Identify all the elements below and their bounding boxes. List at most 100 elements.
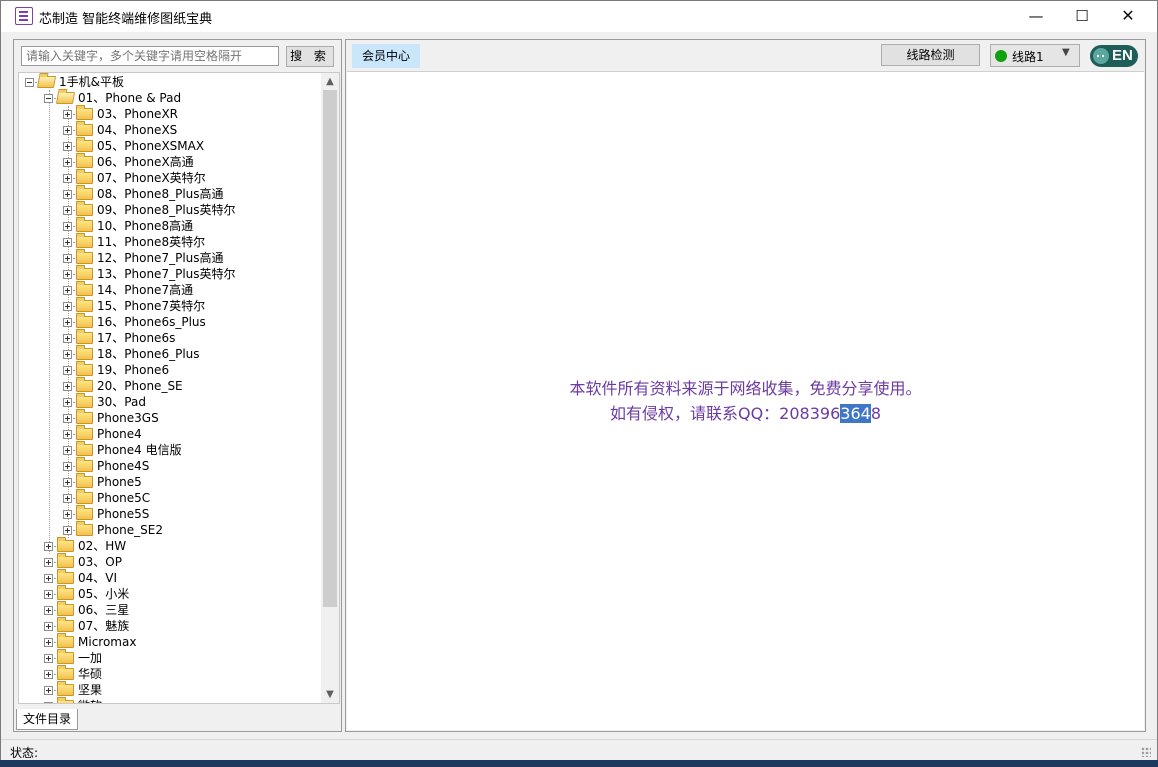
tree-item[interactable]: 04、VI bbox=[19, 569, 319, 586]
route-select[interactable]: 线路1 ▼ bbox=[990, 44, 1080, 67]
tree-item[interactable]: 华硕 bbox=[19, 665, 319, 682]
tree-item[interactable]: 17、Phone6s bbox=[19, 329, 319, 346]
search-input[interactable] bbox=[21, 46, 279, 66]
expand-icon[interactable] bbox=[63, 430, 72, 439]
tree-item[interactable]: Phone4S bbox=[19, 457, 319, 474]
expand-icon[interactable] bbox=[44, 558, 53, 567]
tab-file-directory[interactable]: 文件目录 bbox=[16, 709, 78, 730]
maximize-button[interactable]: ☐ bbox=[1059, 1, 1105, 32]
language-toggle-button[interactable]: EN bbox=[1090, 45, 1138, 67]
expand-icon[interactable] bbox=[63, 302, 72, 311]
tree-item[interactable]: 04、PhoneXS bbox=[19, 121, 319, 138]
tree-item[interactable]: 05、小米 bbox=[19, 585, 319, 602]
expand-icon[interactable] bbox=[44, 606, 53, 615]
expand-icon[interactable] bbox=[44, 542, 53, 551]
tree-item[interactable]: 03、PhoneXR bbox=[19, 105, 319, 122]
expand-icon[interactable] bbox=[44, 686, 53, 695]
tree-item[interactable]: 13、Phone7_Plus英特尔 bbox=[19, 265, 319, 282]
tree-item[interactable]: 09、Phone8_Plus英特尔 bbox=[19, 201, 319, 218]
expand-icon[interactable] bbox=[44, 670, 53, 679]
expand-icon[interactable] bbox=[44, 702, 53, 703]
tree-item[interactable]: 14、Phone7高通 bbox=[19, 281, 319, 298]
expand-icon[interactable] bbox=[44, 574, 53, 583]
scroll-thumb[interactable] bbox=[323, 90, 337, 607]
tree-item[interactable]: 18、Phone6_Plus bbox=[19, 345, 319, 362]
expand-icon[interactable] bbox=[63, 462, 72, 471]
tree-item[interactable]: 一加 bbox=[19, 649, 319, 666]
expand-icon[interactable] bbox=[63, 110, 72, 119]
title-bar[interactable]: 芯制造 智能终端维修图纸宝典 — ☐ ✕ bbox=[1, 1, 1157, 32]
expand-icon[interactable] bbox=[63, 414, 72, 423]
tab-member-center[interactable]: 会员中心 bbox=[352, 44, 420, 68]
file-tree[interactable]: 微软坚果 华硕 一加 Micromax 07、魅族 06、三星 05、小米 04、VI 03、O… bbox=[18, 72, 340, 704]
expand-icon[interactable] bbox=[63, 478, 72, 487]
expand-icon[interactable] bbox=[44, 590, 53, 599]
expand-icon[interactable] bbox=[63, 174, 72, 183]
expand-icon[interactable] bbox=[63, 126, 72, 135]
tree-item[interactable]: Phone4 bbox=[19, 425, 319, 442]
tree-item[interactable]: Phone_SE2 bbox=[19, 521, 319, 538]
tree-item[interactable]: 12、Phone7_Plus高通 bbox=[19, 249, 319, 266]
expand-icon[interactable] bbox=[63, 206, 72, 215]
line-check-button[interactable]: 线路检测 bbox=[881, 44, 980, 66]
expand-icon[interactable] bbox=[63, 158, 72, 167]
tree-item[interactable]: 06、三星 bbox=[19, 601, 319, 618]
expand-icon[interactable] bbox=[63, 286, 72, 295]
expand-icon[interactable] bbox=[63, 142, 72, 151]
expand-icon[interactable] bbox=[63, 350, 72, 359]
expand-icon[interactable] bbox=[63, 190, 72, 199]
tree-item[interactable]: 05、PhoneXSMAX bbox=[19, 137, 319, 154]
tree-item[interactable]: Phone5C bbox=[19, 489, 319, 506]
expand-icon[interactable] bbox=[63, 334, 72, 343]
tree-item-label: 16、Phone6s_Plus bbox=[97, 315, 206, 329]
tree-item[interactable]: 01、Phone & Pad bbox=[19, 90, 319, 106]
tree-item[interactable]: 30、Pad bbox=[19, 393, 319, 410]
tree-item[interactable]: 20、Phone_SE bbox=[19, 377, 319, 394]
expand-icon[interactable] bbox=[63, 446, 72, 455]
tree-item[interactable]: 02、HW bbox=[19, 537, 319, 554]
tree-item[interactable]: 03、OP bbox=[19, 553, 319, 570]
collapse-icon[interactable] bbox=[44, 94, 53, 103]
expand-icon[interactable] bbox=[63, 510, 72, 519]
tree-item[interactable]: 15、Phone7英特尔 bbox=[19, 297, 319, 314]
expand-icon[interactable] bbox=[63, 526, 72, 535]
resize-grip-icon[interactable] bbox=[1141, 747, 1151, 757]
expand-icon[interactable] bbox=[63, 238, 72, 247]
tree-item[interactable]: Phone4 电信版 bbox=[19, 441, 319, 458]
close-button[interactable]: ✕ bbox=[1105, 1, 1151, 32]
scroll-up-arrow[interactable]: ▲ bbox=[321, 73, 339, 90]
expand-icon[interactable] bbox=[63, 494, 72, 503]
expand-icon[interactable] bbox=[63, 318, 72, 327]
tree-item[interactable]: 07、PhoneX英特尔 bbox=[19, 169, 319, 186]
tree-item[interactable]: 07、魅族 bbox=[19, 617, 319, 634]
expand-icon[interactable] bbox=[63, 382, 72, 391]
tree-item[interactable]: 06、PhoneX高通 bbox=[19, 153, 319, 170]
tree-item[interactable]: Phone5S bbox=[19, 505, 319, 522]
minimize-button[interactable]: — bbox=[1013, 1, 1059, 32]
search-button[interactable]: 搜 索 bbox=[286, 46, 334, 67]
tree-scrollbar[interactable]: ▲ ▼ bbox=[321, 73, 339, 703]
expand-icon[interactable] bbox=[63, 222, 72, 231]
expand-icon[interactable] bbox=[63, 270, 72, 279]
tree-item[interactable]: Micromax bbox=[19, 633, 319, 650]
tree-item[interactable]: 坚果 bbox=[19, 681, 319, 698]
expand-icon[interactable] bbox=[44, 622, 53, 631]
tree-item[interactable]: Phone5 bbox=[19, 473, 319, 490]
tree-item[interactable]: 16、Phone6s_Plus bbox=[19, 313, 319, 330]
expand-icon[interactable] bbox=[44, 654, 53, 663]
scroll-down-arrow[interactable]: ▼ bbox=[321, 686, 339, 703]
expand-icon[interactable] bbox=[63, 366, 72, 375]
tree-item[interactable]: 08、Phone8_Plus高通 bbox=[19, 185, 319, 202]
collapse-icon[interactable] bbox=[25, 78, 34, 87]
tree-item[interactable]: 10、Phone8高通 bbox=[19, 217, 319, 234]
expand-icon[interactable] bbox=[63, 254, 72, 263]
tree-item[interactable]: 11、Phone8英特尔 bbox=[19, 233, 319, 250]
tree-item[interactable]: Phone3GS bbox=[19, 409, 319, 426]
folder-icon bbox=[76, 441, 93, 456]
tree-item-label: Phone5S bbox=[97, 507, 150, 521]
expand-icon[interactable] bbox=[63, 398, 72, 407]
tree-item[interactable]: 19、Phone6 bbox=[19, 361, 319, 378]
tree-item[interactable]: 1手机&平板 bbox=[19, 74, 319, 90]
tree-item[interactable]: 微软 bbox=[19, 697, 319, 703]
expand-icon[interactable] bbox=[44, 638, 53, 647]
